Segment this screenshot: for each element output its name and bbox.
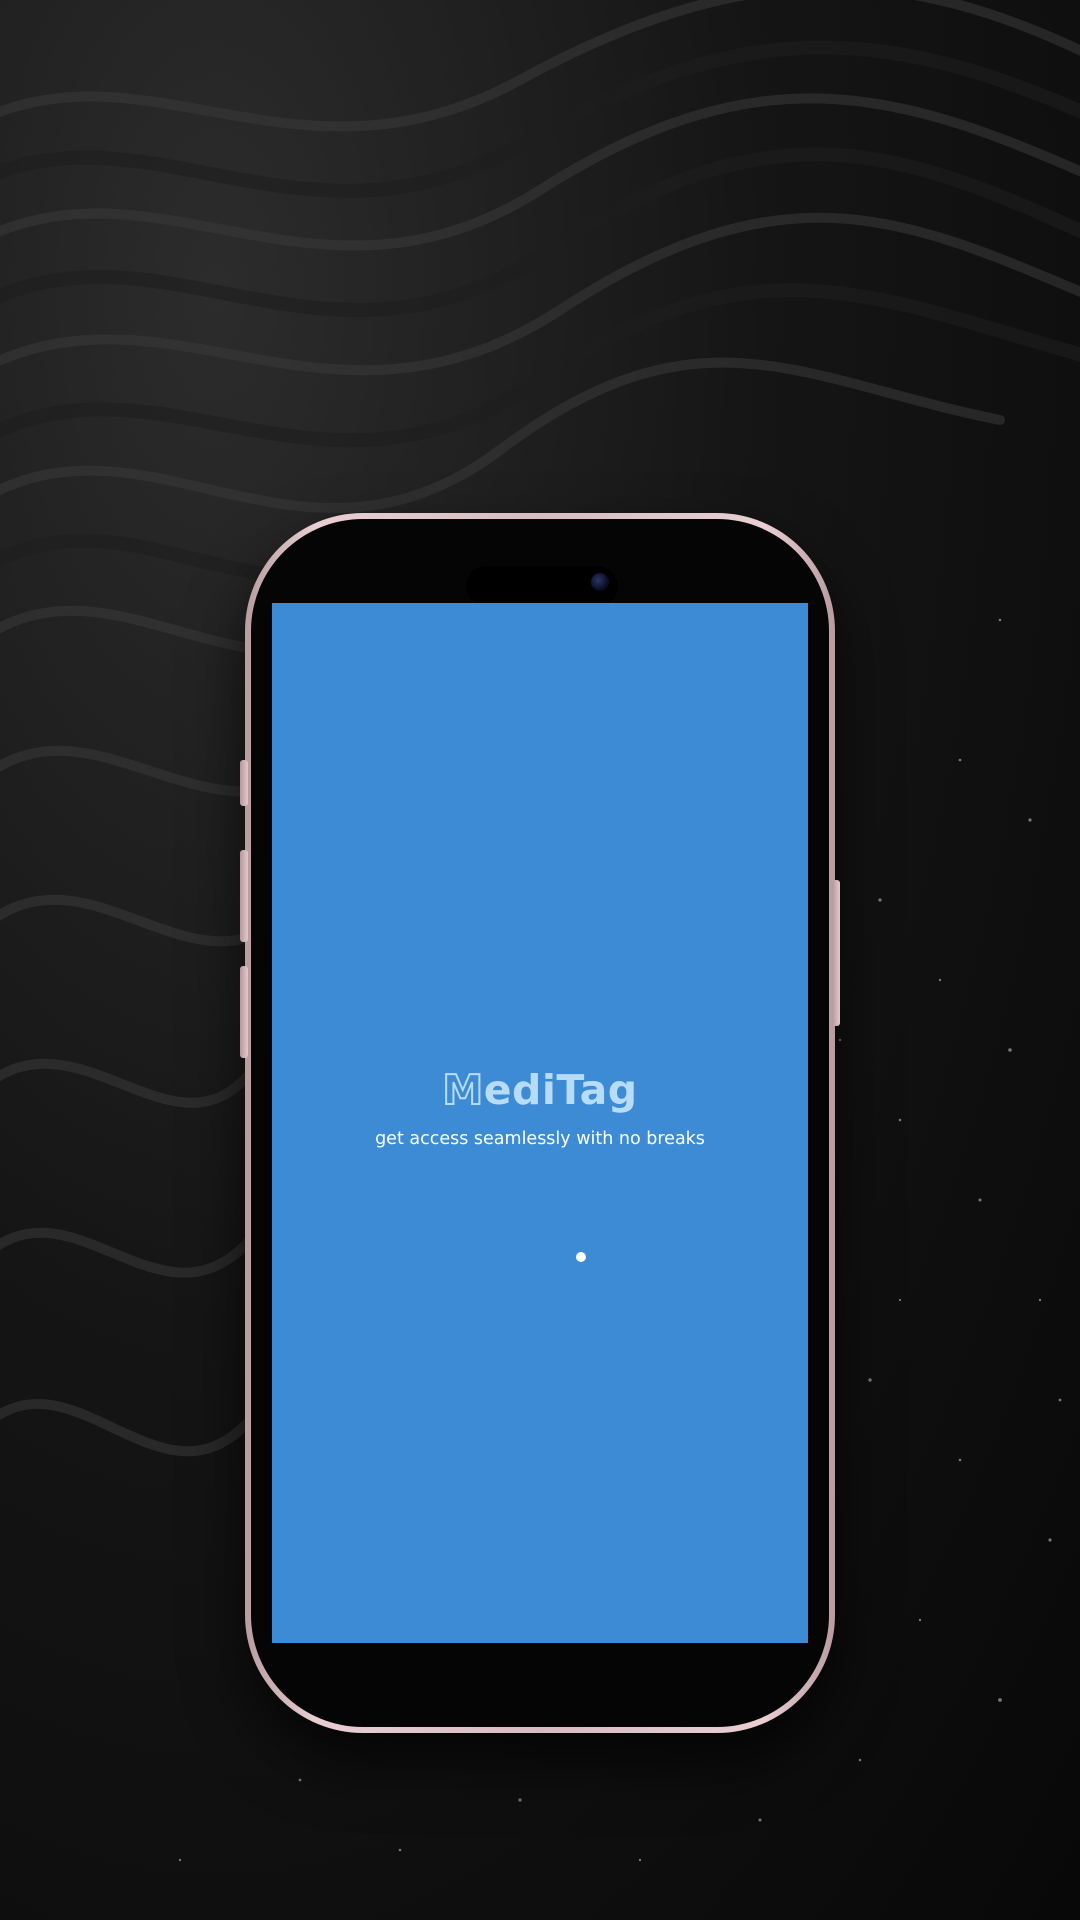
splash-screen: MediTag get access seamlessly with no br…: [272, 603, 808, 1643]
action-button: [240, 760, 248, 806]
app-tagline: get access seamlessly with no breaks: [375, 1129, 705, 1149]
volume-down-button: [240, 966, 248, 1058]
camera-icon: [591, 573, 609, 591]
loading-indicator: [576, 1252, 586, 1262]
logo-wordmark: ediTag: [483, 1066, 638, 1114]
volume-up-button: [240, 850, 248, 942]
logo-letter-m: M: [441, 1065, 484, 1115]
power-button: [832, 880, 840, 1026]
app-logo: MediTag: [272, 1065, 808, 1115]
